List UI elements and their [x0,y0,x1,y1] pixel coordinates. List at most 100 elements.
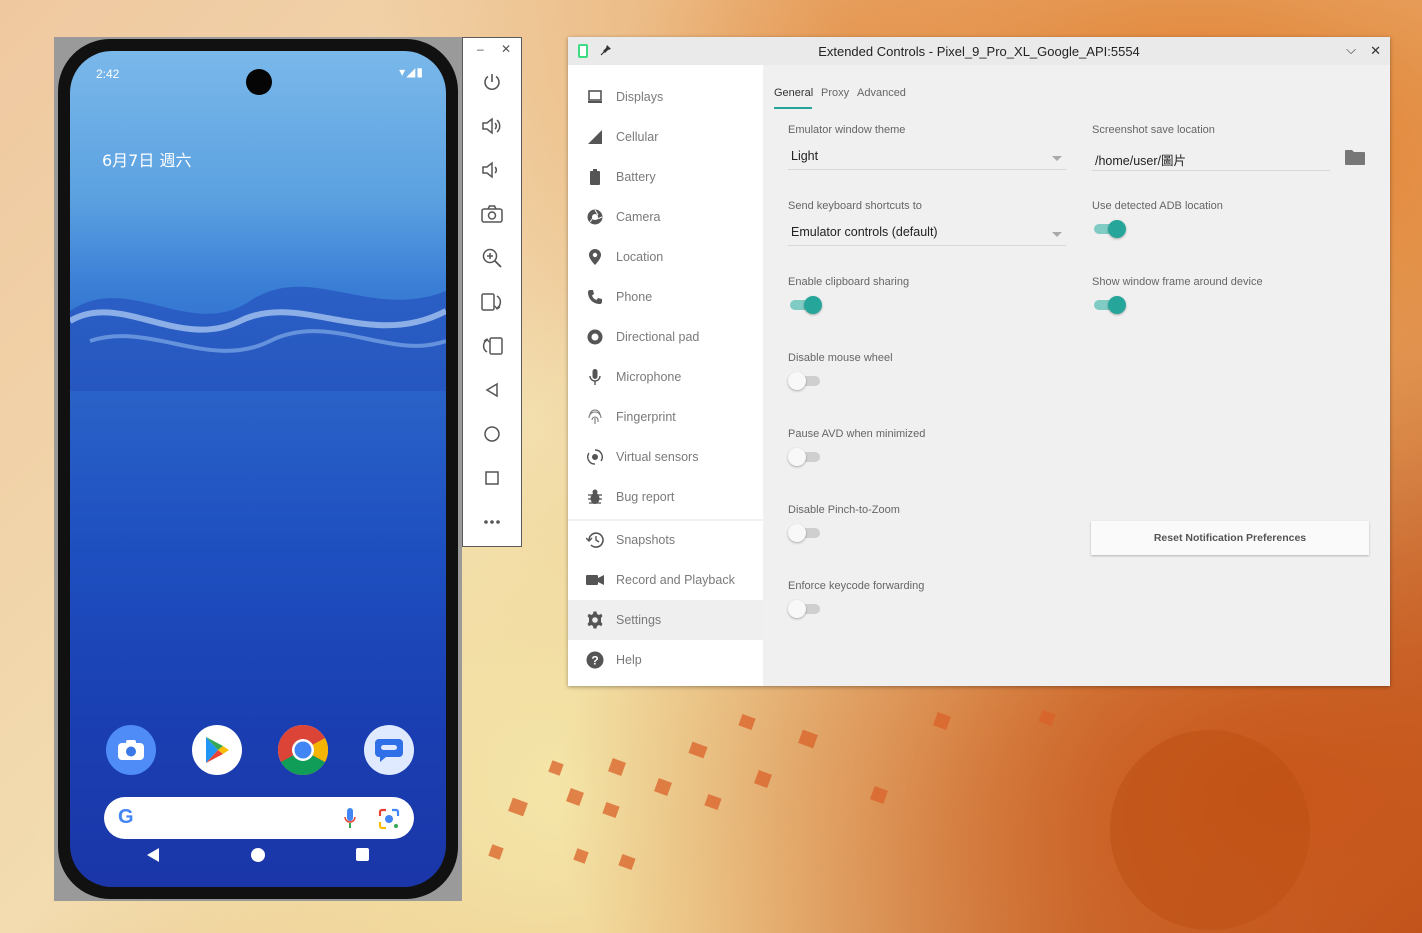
sidebar-item-microphone[interactable]: Microphone [568,357,763,397]
wallpaper-decoration [573,848,589,864]
keycode-forwarding-toggle[interactable] [788,599,822,619]
tab-proxy[interactable]: Proxy [821,87,849,99]
wallpaper-decoration [933,712,951,730]
cellular-icon [586,128,604,146]
shortcuts-select[interactable]: Emulator controls (default) [788,221,1066,246]
phone-screen[interactable]: 2:42 ▾◢▮ 6月7日 週六 G [70,51,446,887]
window-frame-toggle[interactable] [1092,295,1126,315]
camera-aperture-icon [586,208,604,226]
rotate-right-button[interactable] [463,328,521,364]
sidebar-item-location[interactable]: Location [568,237,763,277]
theme-select[interactable]: Light [788,145,1066,170]
pause-avd-toggle[interactable] [788,447,822,467]
display-icon [586,88,604,106]
sidebar-item-label: Settings [616,613,662,627]
wallpaper-decoration [738,713,756,731]
front-camera [246,69,272,95]
volume-up-button[interactable] [463,108,521,144]
collapse-button[interactable]: ⌵ [1346,42,1356,58]
folder-icon[interactable] [1345,149,1365,165]
sidebar-item-label: Record and Playback [616,573,735,587]
screenshot-location-label: Screenshot save location [1092,124,1215,136]
dropdown-arrow-icon [1052,232,1062,237]
wallpaper-decoration [608,758,626,776]
sidebar-item-label: Camera [616,210,661,224]
more-dots-icon [484,520,500,524]
reset-notification-preferences-button[interactable]: Reset Notification Preferences [1091,521,1369,555]
tab-general[interactable]: General [774,87,813,99]
sidebar-item-help[interactable]: ? Help [568,640,763,680]
wallpaper-decoration [688,741,708,759]
sidebar-item-label: Location [616,250,664,264]
power-button[interactable] [463,64,521,100]
rotate-right-icon [482,337,503,355]
more-button[interactable] [463,504,521,540]
sidebar-item-label: Help [616,653,642,667]
sidebar-item-battery[interactable]: Battery [568,157,763,197]
emulator-toolbar: – ✕ [462,37,522,547]
wallpaper-decoration [602,801,620,819]
emulator-device-frame: 2:42 ▾◢▮ 6月7日 週六 G [54,37,462,901]
window-title: Extended Controls - Pixel_9_Pro_XL_Googl… [818,44,1140,59]
title-bar[interactable]: Extended Controls - Pixel_9_Pro_XL_Googl… [568,37,1390,66]
toolbar-minimize-button[interactable]: – [477,42,484,56]
wallpaper-orb [1110,730,1310,930]
overview-button[interactable] [463,460,521,496]
nav-home-icon[interactable] [251,848,265,862]
sidebar-item-cellular[interactable]: Cellular [568,117,763,157]
tab-advanced[interactable]: Advanced [857,87,906,99]
play-store-app-icon[interactable] [192,725,242,775]
back-button[interactable] [463,372,521,408]
sidebar-item-directional-pad[interactable]: Directional pad [568,317,763,357]
rotate-left-button[interactable] [463,284,521,320]
google-search-bar[interactable]: G [104,797,414,839]
tab-active-indicator [774,107,812,109]
microphone-icon[interactable] [344,808,356,830]
shortcuts-value: Emulator controls (default) [791,225,938,239]
help-icon: ? [586,651,604,669]
sidebar-item-label: Cellular [616,130,659,144]
sidebar-item-label: Phone [616,290,653,304]
sidebar-item-bug-report[interactable]: Bug report [568,477,763,517]
sidebar-item-virtual-sensors[interactable]: Virtual sensors [568,437,763,477]
zoom-in-icon [482,248,502,268]
theme-value: Light [791,149,819,163]
video-camera-icon [586,571,604,589]
sidebar-item-fingerprint[interactable]: Fingerprint [568,397,763,437]
zoom-button[interactable] [463,240,521,276]
screenshot-location-field[interactable]: /home/user/圖片 [1092,146,1330,171]
sidebar-item-record-and-playback[interactable]: Record and Playback [568,560,763,600]
pinch-zoom-toggle[interactable] [788,523,822,543]
volume-down-icon [482,161,498,179]
sidebar-item-phone[interactable]: Phone [568,277,763,317]
clipboard-toggle[interactable] [788,295,822,315]
dpad-icon [586,328,604,346]
volume-down-button[interactable] [463,152,521,188]
sidebar-item-displays[interactable]: Displays [568,77,763,117]
camera-app-icon[interactable] [106,725,156,775]
wallpaper-decoration [654,778,672,796]
navigation-bar [70,843,446,867]
adb-label: Use detected ADB location [1092,200,1223,212]
window-frame-label: Show window frame around device [1092,276,1263,288]
back-triangle-icon [485,382,498,398]
sidebar-item-settings[interactable]: Settings [568,600,763,640]
nav-back-icon[interactable] [146,847,160,863]
history-icon [586,531,604,549]
mouse-wheel-toggle[interactable] [788,371,822,391]
chrome-app-icon[interactable] [278,725,328,775]
lens-icon[interactable] [378,808,400,830]
adb-toggle[interactable] [1092,219,1126,239]
home-circle-icon [484,426,500,442]
sidebar-item-label: Virtual sensors [616,450,699,464]
window-close-button[interactable]: ✕ [1370,43,1381,59]
google-logo: G [118,806,134,828]
sidebar-item-snapshots[interactable]: Snapshots [568,520,763,560]
messages-app-icon[interactable] [364,725,414,775]
screenshot-button[interactable] [463,196,521,232]
home-button[interactable] [463,416,521,452]
nav-recents-icon[interactable] [356,848,369,861]
sidebar-item-camera[interactable]: Camera [568,197,763,237]
toolbar-close-button[interactable]: ✕ [501,42,511,56]
dropdown-arrow-icon [1052,156,1062,161]
